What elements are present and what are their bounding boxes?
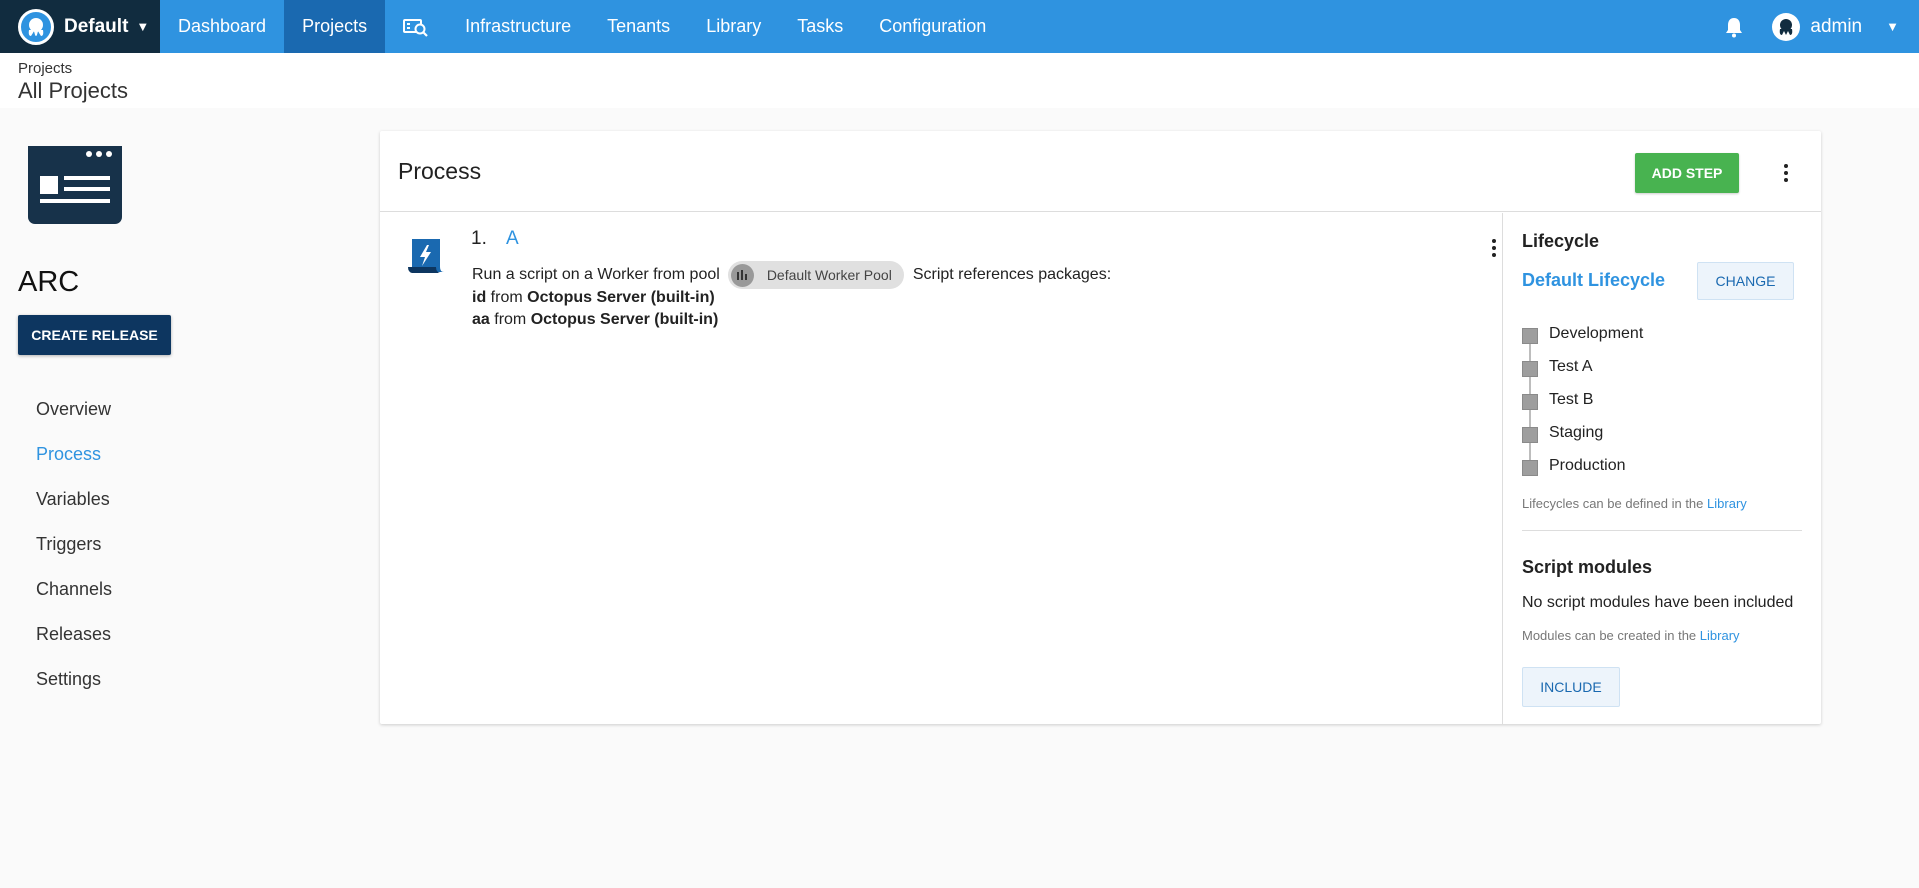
nav-library[interactable]: Library: [688, 0, 779, 53]
nav-tasks[interactable]: Tasks: [779, 0, 861, 53]
run-script-step-icon: [406, 237, 446, 280]
step-overflow-menu-icon[interactable]: [1482, 233, 1506, 263]
nav-search-machines[interactable]: [385, 0, 447, 53]
step-desc-prefix: Run a script on a Worker from pool: [472, 266, 720, 283]
nav-configuration[interactable]: Configuration: [861, 0, 1004, 53]
sidebar-item-variables[interactable]: Variables: [36, 486, 112, 531]
phase-status-icon: [1522, 427, 1538, 443]
project-name: ARC: [18, 266, 80, 298]
nav-dashboard[interactable]: Dashboard: [160, 0, 284, 53]
package-reference: aa from Octopus Server (built-in): [472, 311, 718, 329]
space-switcher[interactable]: Default ▼: [0, 0, 160, 53]
package-from: from: [494, 311, 527, 328]
script-modules-empty-text: No script modules have been included: [1522, 594, 1794, 611]
avatar: [1772, 12, 1801, 41]
top-navigation-bar: Default ▼ Dashboard Projects Infrastruct…: [0, 0, 1919, 53]
lifecycle-phase: Test B: [1522, 391, 1643, 424]
username: admin: [1810, 15, 1863, 37]
step-description: Run a script on a Worker from pool Defau…: [472, 261, 1111, 289]
step-name-link[interactable]: A: [506, 228, 519, 250]
sidebar-item-releases[interactable]: Releases: [36, 621, 112, 666]
process-card-header: Process ADD STEP: [380, 131, 1821, 212]
lifecycle-phase: Development: [1522, 325, 1643, 358]
phase-label: Production: [1549, 457, 1626, 474]
lifecycle-heading: Lifecycle: [1522, 231, 1600, 251]
nav-tenants[interactable]: Tenants: [589, 0, 688, 53]
worker-pool-icon: [730, 263, 754, 287]
add-step-button[interactable]: ADD STEP: [1635, 153, 1739, 193]
phase-label: Development: [1549, 325, 1644, 342]
change-lifecycle-button[interactable]: CHANGE: [1697, 262, 1794, 300]
lifecycle-library-link[interactable]: Library: [1707, 496, 1747, 511]
phase-label: Staging: [1549, 424, 1604, 441]
page-header: Projects All Projects: [0, 53, 1919, 108]
phase-label: Test A: [1549, 358, 1593, 375]
process-step-list: 1. A Run a script on a Worker from pool …: [380, 213, 1503, 724]
sidebar-item-overview[interactable]: Overview: [36, 396, 112, 441]
package-id: aa: [472, 311, 490, 328]
script-modules-heading: Script modules: [1522, 557, 1653, 577]
script-modules-library-link[interactable]: Library: [1700, 628, 1740, 643]
phase-status-icon: [1522, 394, 1538, 410]
process-overflow-menu-icon[interactable]: [1774, 158, 1798, 188]
script-modules-note: Modules can be created in the Library: [1522, 628, 1740, 643]
octopus-logo-icon: [18, 8, 54, 45]
package-from: from: [490, 289, 523, 306]
lifecycle-phases: Development Test A Test B Staging Produc…: [1522, 325, 1643, 490]
project-logo-icon: [28, 146, 122, 224]
step-number: 1.: [471, 228, 487, 249]
create-release-button[interactable]: CREATE RELEASE: [18, 315, 171, 355]
sidebar-item-channels[interactable]: Channels: [36, 576, 112, 621]
lifecycle-phase: Production: [1522, 457, 1643, 490]
package-feed: Octopus Server (built-in): [530, 311, 719, 328]
phase-status-icon: [1522, 460, 1538, 476]
worker-pool-chip[interactable]: Default Worker Pool: [727, 261, 904, 289]
lifecycle-phase: Test A: [1522, 358, 1643, 391]
phase-status-icon: [1522, 328, 1538, 344]
process-title: Process: [398, 157, 482, 184]
lifecycle-note: Lifecycles can be defined in the Library: [1522, 496, 1747, 511]
chevron-down-icon: ▼: [136, 19, 150, 34]
panel-divider: [1522, 530, 1802, 531]
process-card: Process ADD STEP 1. A Run a script on a …: [380, 131, 1821, 724]
worker-pool-name: Default Worker Pool: [766, 267, 892, 283]
sidebar-item-triggers[interactable]: Triggers: [36, 531, 112, 576]
lifecycle-note-text: Lifecycles can be defined in the: [1522, 496, 1704, 511]
include-script-module-button[interactable]: INCLUDE: [1522, 667, 1620, 707]
package-reference: id from Octopus Server (built-in): [472, 289, 715, 307]
space-name: Default: [64, 15, 129, 37]
notifications-bell-icon[interactable]: [1714, 0, 1754, 53]
chevron-down-icon: ▼: [1886, 19, 1899, 34]
lifecycle-name-link[interactable]: Default Lifecycle: [1522, 270, 1665, 291]
breadcrumb[interactable]: Projects: [18, 60, 1901, 77]
phase-label: Test B: [1549, 391, 1594, 408]
package-feed: Octopus Server (built-in): [527, 289, 715, 306]
sidebar-item-process[interactable]: Process: [36, 441, 112, 486]
search-machines-icon: [403, 18, 428, 37]
nav-projects[interactable]: Projects: [284, 0, 386, 53]
step-desc-suffix: Script references packages:: [912, 266, 1112, 283]
script-modules-note-text: Modules can be created in the: [1522, 628, 1697, 643]
phase-status-icon: [1522, 361, 1538, 377]
lifecycle-phase: Staging: [1522, 424, 1643, 457]
nav-infrastructure[interactable]: Infrastructure: [447, 0, 589, 53]
user-menu[interactable]: admin ▼: [1754, 12, 1919, 41]
page-title: All Projects: [18, 78, 129, 103]
project-sidebar-nav: Overview Process Variables Triggers Chan…: [36, 396, 112, 711]
sidebar-item-settings[interactable]: Settings: [36, 666, 112, 711]
package-id: id: [472, 289, 487, 306]
